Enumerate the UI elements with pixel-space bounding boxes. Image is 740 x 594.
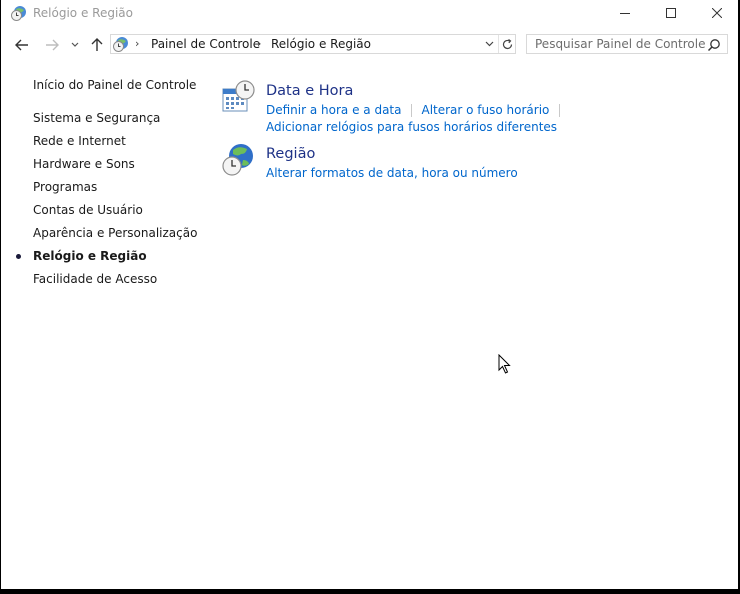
minimize-icon — [620, 13, 630, 14]
control-panel-window: Relógio e Região › Painel de Controle › … — [1, 0, 738, 589]
search-input[interactable] — [527, 35, 711, 53]
arrow-up-icon — [91, 38, 103, 51]
link-divider — [411, 104, 413, 117]
recent-locations-button[interactable] — [67, 33, 83, 57]
refresh-icon — [502, 38, 513, 49]
sidebar-item-label: Relógio e Região — [33, 249, 147, 263]
link-divider — [559, 104, 561, 117]
refresh-button[interactable] — [498, 35, 516, 53]
category-links-data-e-hora: Definir a hora e a data Alterar o fuso ho… — [266, 103, 569, 117]
globe-clock-icon[interactable] — [221, 143, 255, 177]
close-icon — [712, 8, 722, 18]
chevron-right-icon[interactable]: › — [135, 35, 139, 53]
maximize-icon — [666, 8, 676, 18]
sidebar-item-programas[interactable]: Programas — [1, 179, 211, 202]
sidebar-item-label[interactable]: Sistema e Segurança — [33, 110, 160, 126]
link-alterar-fuso-horario[interactable]: Alterar o fuso horário — [421, 103, 549, 117]
sidebar-item-label[interactable]: Rede e Internet — [33, 133, 126, 149]
category-title-data-e-hora[interactable]: Data e Hora — [266, 83, 353, 99]
search-box[interactable] — [526, 34, 728, 54]
chevron-down-icon — [485, 41, 493, 47]
sidebar-item-relogio-e-regiao: Relógio e Região — [1, 248, 211, 271]
up-button[interactable] — [87, 33, 107, 57]
address-bar[interactable]: › Painel de Controle › Relógio e Região — [110, 34, 516, 54]
sidebar-item-contas-de-usuario[interactable]: Contas de Usuário — [1, 202, 211, 225]
sidebar-item-facilidade-de-acesso[interactable]: Facilidade de Acesso — [1, 271, 211, 294]
control-panel-icon — [113, 36, 129, 52]
minimize-button[interactable] — [602, 0, 648, 26]
category-links-regiao: Alterar formatos de data, hora ou número — [266, 166, 518, 180]
title-bar: Relógio e Região — [1, 0, 738, 26]
link-definir-hora-data[interactable]: Definir a hora e a data — [266, 103, 401, 117]
breadcrumb-painel-de-controle[interactable]: Painel de Controle — [151, 35, 260, 53]
sidebar-item-hardware-e-sons[interactable]: Hardware e Sons — [1, 156, 211, 179]
sidebar-item-sistema-e-seguranca[interactable]: Sistema e Segurança — [1, 110, 211, 133]
sidebar-item-label[interactable]: Programas — [33, 179, 97, 195]
category-links-row2: Adicionar relógios para fusos horários d… — [266, 120, 557, 134]
window-title: Relógio e Região — [33, 6, 133, 20]
chevron-right-icon[interactable]: › — [257, 35, 261, 53]
link-adicionar-relogios[interactable]: Adicionar relógios para fusos horários d… — [266, 120, 557, 134]
navigation-bar: › Painel de Controle › Relógio e Região — [1, 33, 738, 57]
forward-button[interactable] — [41, 33, 63, 57]
close-button[interactable] — [694, 0, 738, 26]
breadcrumb-relogio-e-regiao[interactable]: Relógio e Região — [271, 35, 371, 53]
chevron-down-icon — [71, 42, 79, 47]
address-dropdown-button[interactable] — [482, 35, 496, 53]
back-button[interactable] — [11, 33, 33, 57]
search-icon[interactable] — [707, 37, 721, 52]
sidebar-item-label[interactable]: Hardware e Sons — [33, 156, 135, 172]
active-bullet-icon — [16, 254, 21, 259]
sidebar-home-link[interactable]: Início do Painel de Controle — [33, 78, 196, 92]
sidebar-item-aparencia-e-personalizacao[interactable]: Aparência e Personalização — [1, 225, 211, 248]
calendar-clock-icon[interactable] — [221, 80, 255, 114]
link-alterar-formatos[interactable]: Alterar formatos de data, hora ou número — [266, 166, 518, 180]
sidebar-item-label[interactable]: Contas de Usuário — [33, 202, 143, 218]
sidebar-item-label[interactable]: Aparência e Personalização — [33, 225, 197, 241]
sidebar-item-label[interactable]: Facilidade de Acesso — [33, 271, 157, 287]
clock-globe-icon — [11, 5, 27, 21]
sidebar-category-list: Sistema e Segurança Rede e Internet Hard… — [1, 110, 211, 294]
category-title-regiao[interactable]: Região — [266, 146, 315, 162]
mouse-cursor-icon — [498, 353, 512, 375]
arrow-right-icon — [46, 39, 59, 51]
arrow-left-icon — [15, 39, 28, 51]
maximize-button[interactable] — [648, 0, 694, 26]
sidebar-item-rede-e-internet[interactable]: Rede e Internet — [1, 133, 211, 156]
